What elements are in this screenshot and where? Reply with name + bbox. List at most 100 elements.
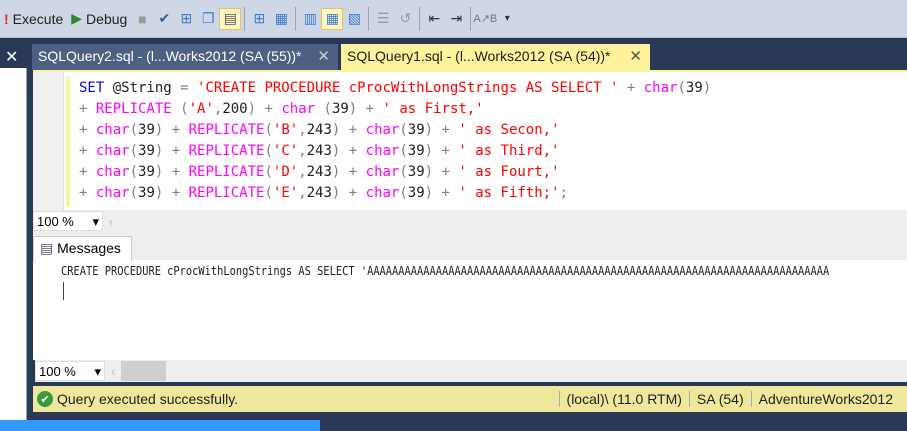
stop-icon[interactable]: ■ (131, 8, 153, 30)
results-to-text-icon[interactable]: ▤ (219, 7, 242, 30)
code-token: REPLICATE (188, 185, 265, 201)
code-token: ) + (331, 143, 366, 159)
close-icon[interactable]: ✕ (317, 47, 330, 65)
code-token: 'A' (188, 101, 214, 117)
code-token: ( (264, 122, 273, 138)
code-token: ) + (424, 122, 459, 138)
messages-label: Messages (57, 240, 121, 256)
code-token: 39 (407, 164, 425, 180)
code-token: SET (79, 80, 113, 96)
code-token: REPLICATE (188, 122, 265, 138)
code-token: 243 (306, 122, 332, 138)
results-grid-icon[interactable]: ▦ (321, 7, 344, 30)
template-params-icon[interactable]: A↗B (473, 8, 497, 30)
code-token: ) + (331, 185, 366, 201)
code-token: 200 (222, 101, 248, 117)
results-tab-bar (33, 232, 907, 260)
status-database: AdventureWorks2012 (750, 391, 907, 407)
toolbar-overflow-icon[interactable]: ▾ (496, 8, 518, 30)
status-bar: ✔ Query executed successfully. (local)\ … (33, 386, 907, 412)
code-token: ) + (154, 143, 189, 159)
separator (419, 6, 421, 31)
code-token: , (298, 185, 307, 201)
results-text-icon[interactable]: ▥ (299, 8, 321, 30)
decrease-indent-icon[interactable]: ⇤ (423, 8, 445, 30)
code-line: + char(39) + REPLICATE('D',243) + char(3… (79, 162, 711, 183)
separator (368, 6, 370, 31)
code-token: ) + (154, 185, 189, 201)
code-token: ( (399, 185, 408, 201)
code-token: 39 (685, 80, 703, 96)
client-stats-icon[interactable]: ▦ (270, 8, 292, 30)
results-file-icon[interactable]: ▧ (343, 8, 365, 30)
code-text[interactable]: SET @String = 'CREATE PROCEDURE cProcWit… (79, 78, 711, 204)
tab-sqlquery1[interactable]: SQLQuery1.sql - (l...Works2012 (SA (54))… (341, 44, 650, 70)
close-icon[interactable]: ✕ (629, 47, 642, 65)
uncomment-icon[interactable]: ↺ (394, 8, 416, 30)
code-token: ' as Fifth;' (458, 185, 560, 201)
code-token: + (79, 101, 96, 117)
code-token: 39 (331, 101, 349, 117)
comment-icon[interactable]: ☰ (372, 8, 394, 30)
execute-button[interactable]: ! Execute (0, 5, 67, 33)
success-check-icon: ✔ (37, 391, 53, 407)
results-zoom-bar: 100 % ▾ ‹ (35, 360, 907, 382)
exclamation-icon: ! (4, 10, 9, 27)
code-token: ( (264, 143, 273, 159)
close-icon[interactable]: ✕ (5, 47, 18, 67)
code-token: ' as Fourt,' (458, 164, 560, 180)
code-token: = (180, 80, 198, 96)
code-token: char (643, 80, 678, 96)
code-token: + (79, 164, 96, 180)
include-plan-icon[interactable]: ⊞ (248, 8, 270, 30)
display-plan-icon[interactable]: ⊞ (175, 8, 197, 30)
code-token: ) + (247, 101, 282, 117)
code-token: 'E' (272, 185, 299, 201)
debug-button[interactable]: ▶ Debug (67, 5, 131, 33)
code-token: ) + (154, 122, 189, 138)
zoom-value: 100 % (37, 214, 74, 229)
tab-messages[interactable]: ▤ Messages (33, 236, 132, 261)
code-token: ) + (424, 185, 459, 201)
code-token: char (95, 122, 130, 138)
code-line: + char(39) + REPLICATE('E',243) + char(3… (79, 183, 711, 204)
separator (470, 6, 472, 31)
code-token: REPLICATE (188, 164, 265, 180)
query-editor[interactable]: SET @String = 'CREATE PROCEDURE cProcWit… (33, 70, 907, 211)
code-token: 39 (407, 185, 425, 201)
zoom-select[interactable]: 100 % ▾ (33, 211, 103, 231)
code-token: char (365, 143, 400, 159)
horizontal-scrollbar-thumb[interactable] (121, 361, 167, 381)
zoom-select[interactable]: 100 % ▾ (35, 361, 105, 381)
tab-label: SQLQuery1.sql - (l...Works2012 (SA (54))… (347, 48, 611, 64)
increase-indent-icon[interactable]: ⇥ (445, 8, 467, 30)
scroll-left-icon[interactable]: ‹ (111, 364, 115, 379)
code-token: ' as Secon,' (458, 122, 560, 138)
code-line: SET @String = 'CREATE PROCEDURE cProcWit… (79, 78, 711, 99)
tab-sqlquery2[interactable]: SQLQuery2.sql - (l...Works2012 (SA (55))… (32, 44, 338, 70)
code-token: ( (129, 122, 139, 138)
code-token: ( (180, 101, 189, 117)
code-token: char (281, 101, 324, 117)
code-token: REPLICATE (188, 143, 265, 159)
code-token: 39 (138, 185, 155, 201)
code-token: 'B' (272, 122, 299, 138)
code-token: 39 (138, 164, 155, 180)
code-token: , (298, 164, 307, 180)
window-status-strip (0, 420, 320, 431)
code-token: char (365, 164, 400, 180)
chevron-down-icon: ▾ (94, 364, 101, 379)
status-server: (local)\ (11.0 RTM) (558, 391, 689, 407)
code-token: char (365, 122, 400, 138)
code-token: ( (129, 164, 139, 180)
code-token: 'D' (272, 164, 299, 180)
code-token: 39 (407, 122, 425, 138)
code-token: ( (677, 80, 686, 96)
code-token: 'C' (272, 143, 299, 159)
code-token: char (95, 185, 130, 201)
parse-check-icon[interactable]: ✔ (153, 8, 175, 30)
results-pane: ▤ Messages CREATE PROCEDURE cProcWithLon… (33, 232, 907, 360)
code-token: ' as First,' (382, 101, 484, 117)
scroll-left-icon[interactable]: ‹ (109, 214, 113, 229)
query-options-icon[interactable]: ❐ (197, 8, 219, 30)
